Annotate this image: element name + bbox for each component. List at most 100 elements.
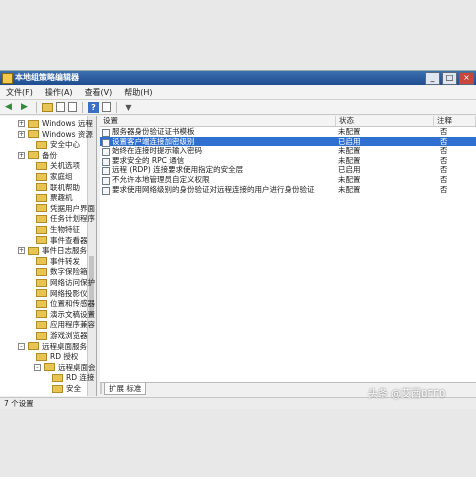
policy-setting-icon xyxy=(102,186,110,195)
tree-expander-icon xyxy=(26,353,33,360)
tree-expander-icon[interactable]: - xyxy=(34,363,41,371)
tree-item[interactable]: 演示文稿设置 xyxy=(26,310,95,319)
tree-expander-icon[interactable]: + xyxy=(18,130,25,138)
tree-item[interactable]: 事件转发 xyxy=(26,257,80,266)
menu-help[interactable]: 帮助(H) xyxy=(118,86,158,99)
tree-item-label: 应用程序兼容 xyxy=(50,320,95,330)
help-icon[interactable]: ? xyxy=(88,101,99,113)
tree-item[interactable]: + Windows 远程 xyxy=(18,119,93,128)
setting-name-cell: 服务器身份验证证书模板 xyxy=(112,127,195,136)
table-row[interactable]: 要求使用网络级别的身份验证对远程连接的用户进行身份验证 未配置 否 xyxy=(100,185,476,195)
status-text: 7 个设置 xyxy=(4,399,34,408)
menu-file[interactable]: 文件(F) xyxy=(0,86,39,99)
column-header-setting[interactable]: 设置 xyxy=(100,116,336,126)
tree-item-label: 远程桌面服务 xyxy=(42,341,87,351)
maximize-button[interactable]: □ xyxy=(442,72,457,85)
tree-item[interactable]: 事件查看器 xyxy=(26,236,88,245)
tree-item[interactable]: 安全 xyxy=(42,384,81,393)
app-icon xyxy=(2,73,13,84)
tab-standard[interactable]: 标准 xyxy=(126,384,141,393)
folder-icon xyxy=(36,267,47,276)
table-row[interactable]: 不允许本地管理员自定义权限 未配置 否 xyxy=(100,175,476,185)
filter-icon[interactable]: ▼ xyxy=(122,101,135,113)
forward-arrow-icon[interactable]: ▶ xyxy=(18,101,31,113)
folder-icon xyxy=(44,363,55,372)
tree-expander-icon[interactable]: - xyxy=(18,342,25,350)
folder-icon xyxy=(36,278,47,287)
table-row[interactable]: 要求安全的 RPC 通信 未配置 否 xyxy=(100,156,476,166)
tree-item-label: 事件查看器 xyxy=(50,235,88,245)
toolbar-divider xyxy=(116,101,117,113)
column-header-state[interactable]: 状态 xyxy=(336,116,434,126)
tree-expander-icon xyxy=(26,321,33,328)
export-list-icon[interactable] xyxy=(68,102,77,112)
tree-expander-icon xyxy=(26,226,33,233)
tree-item[interactable]: - 远程桌面服务 xyxy=(18,342,87,351)
folder-up-icon[interactable] xyxy=(42,102,53,112)
folder-icon xyxy=(36,214,47,223)
tree-item[interactable]: 应用程序兼容 xyxy=(26,320,95,329)
folder-icon xyxy=(36,352,47,361)
tree-item-label: 家庭组 xyxy=(50,172,73,181)
tree-item-label: 备份 xyxy=(42,150,57,160)
tree-item[interactable]: RD 连接 xyxy=(42,373,94,382)
table-row[interactable]: 服务器身份验证证书模板 未配置 否 xyxy=(100,127,476,137)
tree-item[interactable]: RD 授权 xyxy=(26,352,78,361)
state-cell: 未配置 xyxy=(338,175,361,184)
tree-item[interactable]: 联机帮助 xyxy=(26,183,80,192)
tree-item[interactable]: 网络访问保护 xyxy=(26,278,95,287)
tree-item-label: 数字保险箱 xyxy=(50,267,88,277)
tree-item[interactable]: 票趣机 xyxy=(26,193,73,202)
tree-item[interactable]: 凭据用户界面 xyxy=(26,204,95,213)
comment-cell: 否 xyxy=(440,146,448,156)
minimize-button[interactable]: _ xyxy=(425,72,440,85)
folder-icon xyxy=(28,119,39,128)
column-header-comment[interactable]: 注释 xyxy=(434,116,476,126)
tab-extended[interactable]: 扩展 xyxy=(109,384,124,393)
tree-expander-icon[interactable]: + xyxy=(18,247,25,255)
setting-name-cell: 要求安全的 RPC 通信 xyxy=(112,155,185,165)
tree-item[interactable]: 生物特征 xyxy=(26,225,80,234)
menu-view[interactable]: 查看(V) xyxy=(79,86,119,99)
setting-name-cell: 始终在连接时提示输入密码 xyxy=(112,146,202,156)
tree-item[interactable]: + Windows 资源 xyxy=(18,130,93,139)
properties-icon[interactable] xyxy=(102,102,111,112)
tree-item[interactable]: 家庭组 xyxy=(26,172,73,181)
tree-expander-icon xyxy=(26,290,33,297)
tree-expander-icon[interactable]: + xyxy=(18,151,25,159)
tab-extended-standard[interactable]: 扩展 标准 xyxy=(104,383,147,395)
table-row[interactable]: 远程 (RDP) 连接要求使用指定的安全层 已启用 否 xyxy=(100,165,476,176)
folder-icon xyxy=(36,193,47,202)
watermark: 头条 @艾西0FF0 xyxy=(368,389,446,400)
tree-item[interactable]: 安全中心 xyxy=(26,140,80,149)
setting-name-cell: 要求使用网络级别的身份验证对远程连接的用户进行身份验证 xyxy=(112,184,315,194)
tree-expander-icon xyxy=(26,205,33,212)
tree-vertical-scrollbar[interactable] xyxy=(87,116,96,396)
tree-item-label: 安全中心 xyxy=(50,140,80,150)
settings-list: 设置 状态 注释 服务器身份验证证书模板 未配置否设置客户端连接加密级别 已启用否始… xyxy=(100,116,476,382)
tree-item[interactable]: + 备份 xyxy=(18,151,57,160)
tree-item[interactable]: - 远程桌面会 xyxy=(34,363,96,372)
toolbar: ◀ ▶ ? ▼ xyxy=(0,100,476,115)
back-arrow-icon[interactable]: ◀ xyxy=(2,101,15,113)
folder-icon xyxy=(36,172,47,181)
tree-pane[interactable]: + Windows 远程 + Windows 资源 安全中心 + 备份 关机选项 家庭组 联机帮助… xyxy=(0,116,97,396)
tree-expander-icon[interactable]: + xyxy=(18,120,25,127)
tree-item[interactable]: 位置和传感器 xyxy=(26,299,95,308)
menu-action[interactable]: 操作(A) xyxy=(39,86,79,99)
tree-item[interactable]: 游戏浏览器 xyxy=(26,331,88,340)
folder-icon xyxy=(36,331,47,340)
list-header: 设置 状态 注释 xyxy=(100,116,476,127)
tree-item[interactable]: 数字保险箱 xyxy=(26,267,88,276)
folder-icon xyxy=(36,161,47,170)
tree-item[interactable]: 任务计划程序 xyxy=(26,214,95,223)
tree-item-label: Windows 资源 xyxy=(42,129,93,139)
table-row[interactable]: 始终在连接时提示输入密码 未配置 否 xyxy=(100,146,476,157)
show-hide-tree-icon[interactable] xyxy=(56,102,65,112)
tree-item-label: 远程桌面会 xyxy=(58,362,96,372)
table-row[interactable]: 设置客户端连接加密级别 已启用 否 xyxy=(100,136,476,147)
close-button[interactable]: × xyxy=(459,72,474,85)
tree-item[interactable]: 网络投影仪 xyxy=(26,289,88,298)
tree-item[interactable]: 关机选项 xyxy=(26,161,80,170)
tree-item[interactable]: + 事件日志服务 xyxy=(18,246,87,255)
